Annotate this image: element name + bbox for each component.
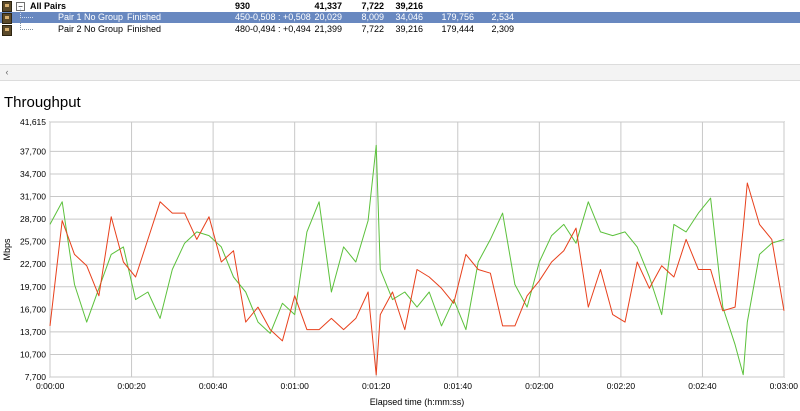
- pair-relprec: 2,534: [491, 12, 514, 22]
- tree-connector: [20, 18, 33, 30]
- pairs-table: − All Pairs 930 41,337 7,722 39,216 Pair…: [0, 0, 800, 64]
- table-row-all-pairs[interactable]: − All Pairs 930 41,337 7,722 39,216: [0, 0, 800, 12]
- x-tick-label: 0:00:40: [199, 381, 228, 391]
- pair-relprec: 2,309: [491, 24, 514, 34]
- x-tick-label: 0:02:00: [525, 381, 554, 391]
- pair-group: No Group: [84, 12, 124, 22]
- pair-icon: [2, 25, 12, 36]
- pair-records: 480: [234, 24, 250, 34]
- all-pairs-max: 39,216: [395, 1, 423, 11]
- pair-status: Finished: [127, 24, 162, 34]
- pair-min: 8,009: [361, 12, 384, 22]
- all-pairs-avg: 41,337: [314, 1, 342, 11]
- pair-max: 34,046: [395, 12, 423, 22]
- y-tick-label: 34,700: [20, 169, 46, 179]
- horizontal-scrollbar[interactable]: ‹: [0, 64, 800, 81]
- throughput-chart: 41,615 37,700 34,700 31,700 28,700 25,700 22,7…: [2, 117, 798, 407]
- all-pairs-min: 7,722: [361, 1, 384, 11]
- pair-avg: 21,399: [314, 24, 342, 34]
- pair-group: No Group: [84, 24, 124, 34]
- x-tick-label: 0:00:20: [117, 381, 146, 391]
- pair-measured: 179,756: [441, 12, 474, 22]
- pair-records: 450: [234, 12, 250, 22]
- pair-icon: [2, 13, 12, 24]
- y-tick-label: 10,700: [20, 349, 46, 359]
- y-tick-label: 22,700: [20, 259, 46, 269]
- plot-area: [49, 121, 785, 378]
- x-tick-label: 0:01:20: [362, 381, 391, 391]
- y-tick-label: 13,700: [20, 327, 46, 337]
- x-axis-label: Elapsed time (h:mm:ss): [370, 397, 465, 407]
- pair-avg: 20,029: [314, 12, 342, 22]
- x-tick-label: 0:03:00: [770, 381, 799, 391]
- pair-group-icon: [2, 1, 12, 12]
- pair-label: Pair 1: [58, 12, 82, 22]
- pair-label: Pair 2: [58, 24, 82, 34]
- all-pairs-records: 930: [234, 1, 250, 11]
- scroll-left-arrow-icon[interactable]: ‹: [2, 67, 12, 77]
- pair-measured: 179,444: [441, 24, 474, 34]
- y-tick-label: 37,700: [20, 146, 46, 156]
- pair-confidence: -0,508 : +0,508: [250, 12, 311, 22]
- pair-max: 39,216: [395, 24, 423, 34]
- y-tick-label: 28,700: [20, 214, 46, 224]
- table-row-pair-1[interactable]: Pair 1 No Group Finished 450 -0,508 : +0…: [0, 8, 800, 24]
- pair-status: Finished: [127, 12, 162, 22]
- y-axis-ticks: 41,615 37,700 34,700 31,700 28,700 25,700 22,7…: [20, 117, 46, 382]
- all-pairs-label: All Pairs: [30, 1, 67, 11]
- y-tick-label: 41,615: [20, 117, 46, 127]
- pair-min: 7,722: [361, 24, 384, 34]
- y-tick-label: 31,700: [20, 192, 46, 202]
- pair-confidence: -0,494 : +0,494: [250, 24, 311, 34]
- y-axis-label: Mbps: [2, 238, 12, 261]
- x-tick-label: 0:02:40: [688, 381, 717, 391]
- x-tick-label: 0:01:40: [444, 381, 473, 391]
- x-axis-ticks: 0:00:00 0:00:20 0:00:40 0:01:00 0:01:20 0:01:…: [36, 381, 798, 391]
- y-tick-label: 16,700: [20, 304, 46, 314]
- x-tick-label: 0:01:00: [280, 381, 309, 391]
- y-tick-label: 19,700: [20, 282, 46, 292]
- y-tick-label: 25,700: [20, 237, 46, 247]
- x-tick-label: 0:00:00: [36, 381, 65, 391]
- table-row-pair-2[interactable]: Pair 2 No Group Finished 480 -0,494 : +0…: [0, 18, 800, 36]
- x-tick-label: 0:02:20: [607, 381, 636, 391]
- throughput-chart-panel: Throughput 41,615 37,700 34,700 31,700 28,70…: [0, 86, 800, 411]
- tree-connector: [20, 8, 33, 18]
